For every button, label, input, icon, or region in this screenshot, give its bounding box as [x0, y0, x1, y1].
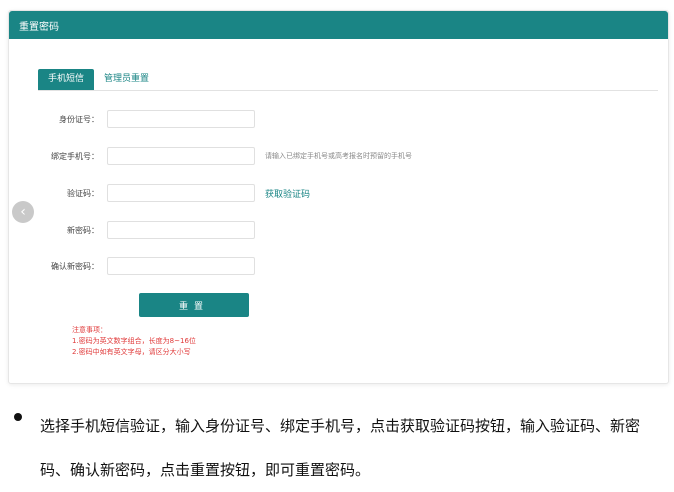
get-code-link[interactable]: 获取验证码 — [265, 187, 310, 200]
new-password-label: 新密码： — [67, 225, 99, 235]
notice-line-2: 2.密码中如有英文字母，请区分大小写 — [72, 348, 191, 356]
id-number-input[interactable] — [107, 110, 255, 128]
phone-label: 绑定手机号： — [51, 151, 99, 161]
phone-input[interactable] — [107, 147, 255, 165]
confirm-password-input[interactable] — [107, 257, 255, 275]
bullet-dot — [14, 413, 22, 421]
tab-sms[interactable]: 手机短信 — [38, 69, 95, 90]
id-number-label: 身份证号： — [59, 114, 99, 124]
code-row: 验证码： 获取验证码 — [38, 183, 310, 203]
instruction-caption: 选择手机短信验证，输入身份证号、绑定手机号，点击获取验证码按钮，输入验证码、新密… — [40, 417, 641, 479]
panel-title: 重置密码 — [19, 21, 59, 33]
new-password-input[interactable] — [107, 221, 255, 239]
phone-row: 绑定手机号： 请输入已绑定手机号或高考报名时预留的手机号 — [38, 146, 412, 166]
notice-line-1: 1.密码为英文数字组合，长度为8~16位 — [72, 337, 196, 345]
phone-hint: 请输入已绑定手机号或高考报名时预留的手机号 — [265, 152, 412, 160]
notice-title: 注意事项： — [72, 326, 107, 334]
tab-bar: 手机短信 管理员重置 — [38, 69, 159, 90]
id-number-row: 身份证号： — [38, 109, 255, 129]
notice-block: 注意事项： 1.密码为英文数字组合，长度为8~16位 2.密码中如有英文字母，请… — [72, 325, 196, 358]
chevron-left-icon[interactable]: ‹ — [12, 201, 34, 223]
panel-header: 重置密码 — [9, 11, 668, 39]
code-input[interactable] — [107, 184, 255, 202]
code-label: 验证码： — [67, 188, 99, 198]
confirm-password-row: 确认新密码： — [38, 256, 255, 276]
reset-password-panel: 重置密码 手机短信 管理员重置 身份证号： 绑定手机号： 请输入已绑定手机号或高… — [8, 10, 669, 384]
tab-divider — [38, 90, 658, 91]
new-password-row: 新密码： — [38, 220, 255, 240]
tab-admin-reset[interactable]: 管理员重置 — [94, 69, 159, 90]
confirm-password-label: 确认新密码： — [51, 261, 99, 271]
reset-button[interactable]: 重置 — [139, 293, 249, 317]
